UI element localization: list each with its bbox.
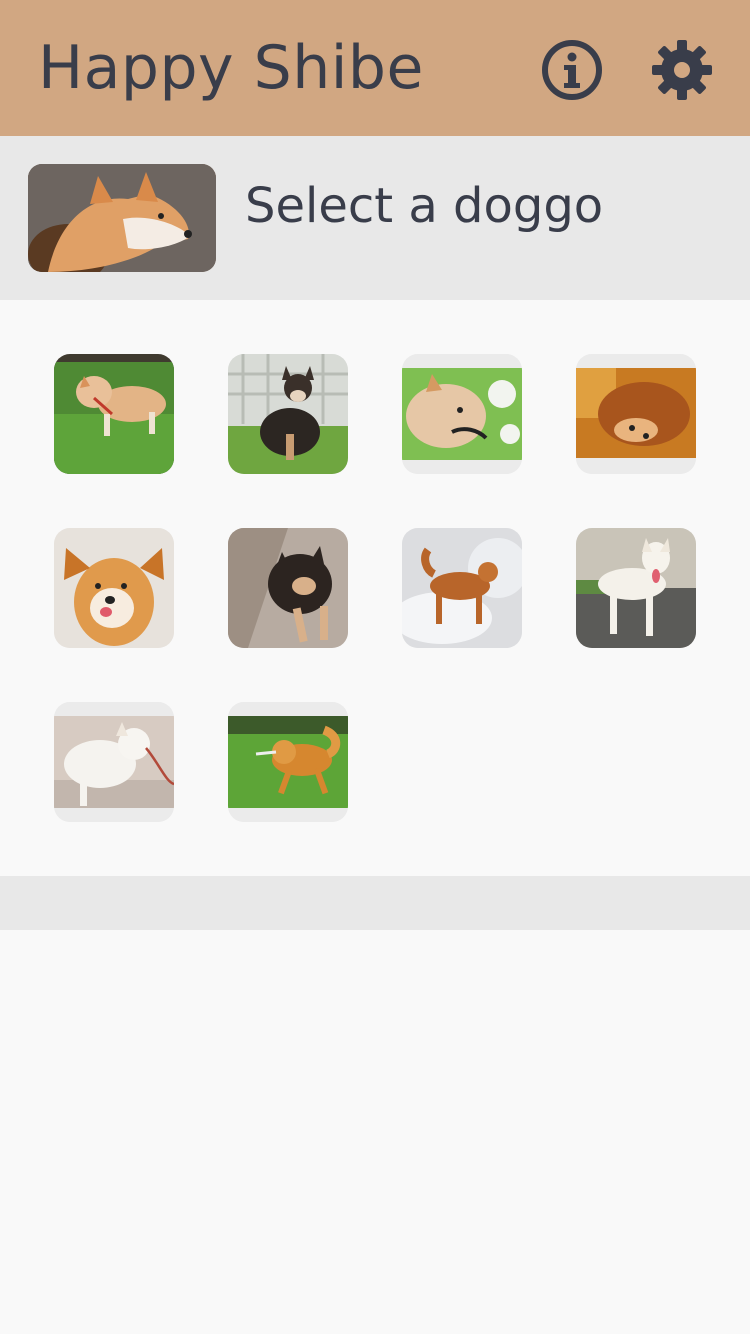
- selection-bar: Select a doggo: [0, 136, 750, 300]
- settings-button[interactable]: [650, 38, 714, 102]
- shiba-red-on-grass-image: [54, 354, 174, 474]
- doggo-tile[interactable]: [576, 354, 696, 474]
- select-prompt: Select a doggo: [245, 178, 604, 234]
- shiba-cream-on-path-image: [576, 528, 696, 648]
- empty-content-area: [0, 930, 750, 1334]
- info-button[interactable]: [540, 38, 604, 102]
- shiba-red-running-grass-image: [228, 702, 348, 822]
- doggo-gallery: [0, 300, 750, 876]
- doggo-tile[interactable]: [54, 702, 174, 822]
- shiba-closeup-leaves-image: [402, 354, 522, 474]
- shiba-lying-wood-floor-image: [576, 354, 696, 474]
- shiba-puppy-smiling-image: [54, 528, 174, 648]
- doggo-tile[interactable]: [402, 528, 522, 648]
- gear-icon: [652, 40, 712, 100]
- app-title: Happy Shibe: [38, 33, 424, 103]
- doggo-tile[interactable]: [228, 702, 348, 822]
- info-circle-icon: [542, 40, 602, 100]
- shiba-black-tan-sitting-image: [228, 354, 348, 474]
- selected-doggo-thumbnail: [28, 164, 216, 272]
- shiba-portrait-image: [28, 164, 216, 272]
- doggo-tile[interactable]: [228, 528, 348, 648]
- shiba-black-tan-lying-image: [228, 528, 348, 648]
- shiba-cream-with-leash-image: [54, 702, 174, 822]
- doggo-tile[interactable]: [402, 354, 522, 474]
- doggo-tile[interactable]: [54, 354, 174, 474]
- app-header: Happy Shibe: [0, 0, 750, 136]
- footer-band: [0, 876, 750, 930]
- doggo-tile[interactable]: [228, 354, 348, 474]
- doggo-tile[interactable]: [54, 528, 174, 648]
- shiba-red-in-snow-image: [402, 528, 522, 648]
- doggo-tile[interactable]: [576, 528, 696, 648]
